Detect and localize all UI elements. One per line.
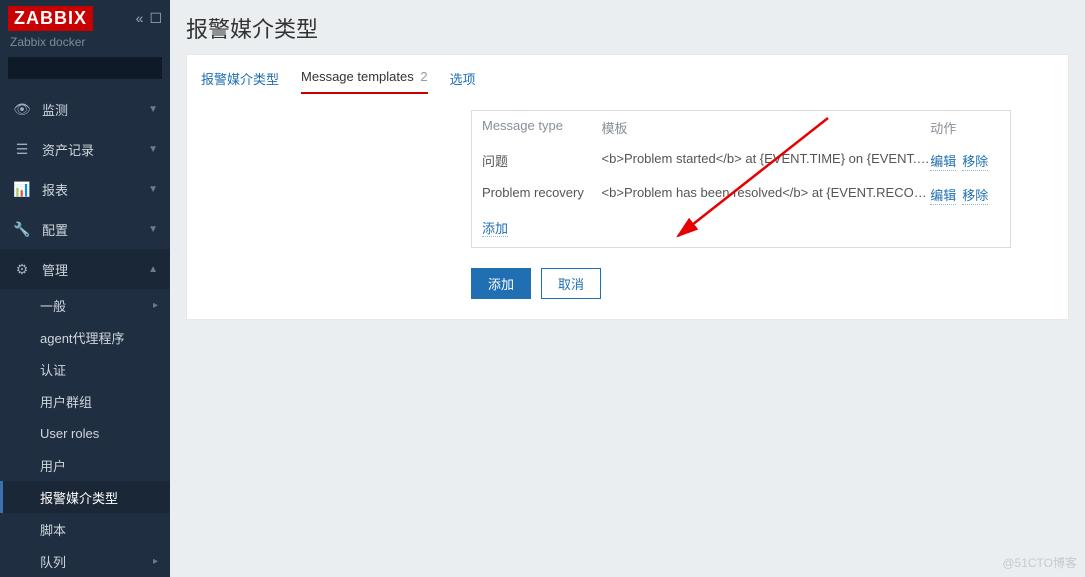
subnav-label: 用户 — [40, 456, 66, 475]
tabs: 报警媒介类型 Message templates 2 选项 — [201, 65, 1054, 94]
tab-mediatype[interactable]: 报警媒介类型 — [201, 65, 279, 94]
chevron-right-icon: ▸ — [153, 556, 158, 567]
subnav-mediatypes[interactable]: 报警媒介类型 — [0, 481, 170, 513]
col-template: 模板 — [602, 118, 931, 137]
main-content: 报警媒介类型 报警媒介类型 Message templates 2 选项 Mes… — [170, 0, 1085, 577]
nav-inventory[interactable]: ☰ 资产记录 ▼ — [0, 129, 170, 169]
subnav-label: 用户群组 — [40, 392, 92, 411]
subnav-proxy[interactable]: agent代理程序 — [0, 321, 170, 353]
nav-administration[interactable]: ⚙ 管理 ▲ — [0, 249, 170, 289]
remove-link[interactable]: 移除 — [962, 151, 988, 171]
wrench-icon: 🔧 — [12, 221, 32, 238]
nav-label: 监测 — [42, 100, 148, 119]
sidebar-header: ZABBIX « ☐ — [0, 0, 170, 31]
cell-template: <b>Problem started</b> at {EVENT.TIME} o… — [602, 151, 931, 171]
remove-link[interactable]: 移除 — [962, 185, 988, 205]
chevron-down-icon: ▼ — [148, 104, 158, 115]
col-action: 动作 — [930, 118, 1000, 137]
subnav-label: 认证 — [40, 360, 66, 379]
table-row: 问题 <b>Problem started</b> at {EVENT.TIME… — [472, 144, 1010, 178]
tab-label: 报警媒介类型 — [201, 72, 279, 87]
search-input[interactable] — [15, 61, 170, 75]
edit-link[interactable]: 编辑 — [930, 185, 956, 205]
nav-label: 管理 — [42, 260, 148, 279]
logo[interactable]: ZABBIX — [8, 6, 93, 31]
col-type: Message type — [482, 118, 602, 137]
panel: 报警媒介类型 Message templates 2 选项 Message ty… — [186, 54, 1069, 320]
nav-label: 配置 — [42, 220, 148, 239]
subnav-label: 脚本 — [40, 520, 66, 539]
chevron-up-icon: ▲ — [148, 264, 158, 275]
edit-link[interactable]: 编辑 — [930, 151, 956, 171]
server-name: Zabbix docker — [0, 31, 170, 57]
subnav-auth[interactable]: 认证 — [0, 353, 170, 385]
subnav-usergroups[interactable]: 用户群组 — [0, 385, 170, 417]
subnav-scripts[interactable]: 脚本 — [0, 513, 170, 545]
form-area: Message type 模板 动作 问题 <b>Problem started… — [471, 110, 1054, 299]
chevron-down-icon: ▼ — [148, 144, 158, 155]
chevron-down-icon: ▼ — [148, 224, 158, 235]
gear-icon: ⚙ — [12, 261, 32, 278]
list-icon: ☰ — [12, 141, 32, 158]
subnav-label: 报警媒介类型 — [40, 488, 118, 507]
collapse-icon[interactable]: « — [136, 10, 144, 27]
subnav-queue[interactable]: 队列 ▸ — [0, 545, 170, 577]
add-row: 添加 — [472, 212, 1010, 247]
table-header: Message type 模板 动作 — [472, 111, 1010, 144]
subnav-label: 队列 — [40, 552, 66, 571]
add-template-link[interactable]: 添加 — [482, 221, 508, 237]
nav-reports[interactable]: 📊 报表 ▼ — [0, 169, 170, 209]
subnav-label: 一般 — [40, 296, 66, 315]
subnav-users[interactable]: 用户 — [0, 449, 170, 481]
tab-count: 2 — [420, 69, 427, 84]
chevron-down-icon: ▼ — [148, 184, 158, 195]
cell-type: 问题 — [482, 151, 602, 171]
search-box[interactable]: 🔍 — [8, 57, 162, 79]
main-nav: 👁 监测 ▼ ☰ 资产记录 ▼ 📊 报表 ▼ 🔧 配置 ▼ ⚙ 管理 ▲ — [0, 89, 170, 289]
nav-label: 报表 — [42, 180, 148, 199]
nav-configuration[interactable]: 🔧 配置 ▼ — [0, 209, 170, 249]
subnav-general[interactable]: 一般 ▸ — [0, 289, 170, 321]
tab-label: Message templates — [301, 69, 414, 84]
subnav-userroles[interactable]: User roles — [0, 417, 170, 449]
subnav-label: agent代理程序 — [40, 328, 125, 347]
tab-options[interactable]: 选项 — [450, 65, 476, 94]
nav-monitoring[interactable]: 👁 监测 ▼ — [0, 89, 170, 129]
templates-table: Message type 模板 动作 问题 <b>Problem started… — [471, 110, 1011, 248]
page-title: 报警媒介类型 — [186, 12, 1069, 44]
fullscreen-icon[interactable]: ☐ — [149, 10, 162, 27]
cancel-button[interactable]: 取消 — [541, 268, 601, 299]
eye-icon: 👁 — [12, 101, 32, 118]
tab-label: 选项 — [450, 72, 476, 87]
watermark: @51CTO博客 — [1002, 554, 1077, 571]
subnav-label: User roles — [40, 426, 99, 441]
chart-icon: 📊 — [12, 181, 32, 198]
sidebar: ZABBIX « ☐ Zabbix docker 🔍 👁 监测 ▼ ☰ 资产记录… — [0, 0, 170, 577]
cell-type: Problem recovery — [482, 185, 602, 205]
tab-message-templates[interactable]: Message templates 2 — [301, 65, 428, 94]
table-row: Problem recovery <b>Problem has been res… — [472, 178, 1010, 212]
admin-subnav: 一般 ▸ agent代理程序 认证 用户群组 User roles 用户 报警媒… — [0, 289, 170, 577]
nav-label: 资产记录 — [42, 140, 148, 159]
cell-template: <b>Problem has been resolved</b> at {EVE… — [602, 185, 931, 205]
buttons: 添加 取消 — [471, 268, 1054, 299]
chevron-right-icon: ▸ — [153, 300, 158, 311]
add-button[interactable]: 添加 — [471, 268, 531, 299]
